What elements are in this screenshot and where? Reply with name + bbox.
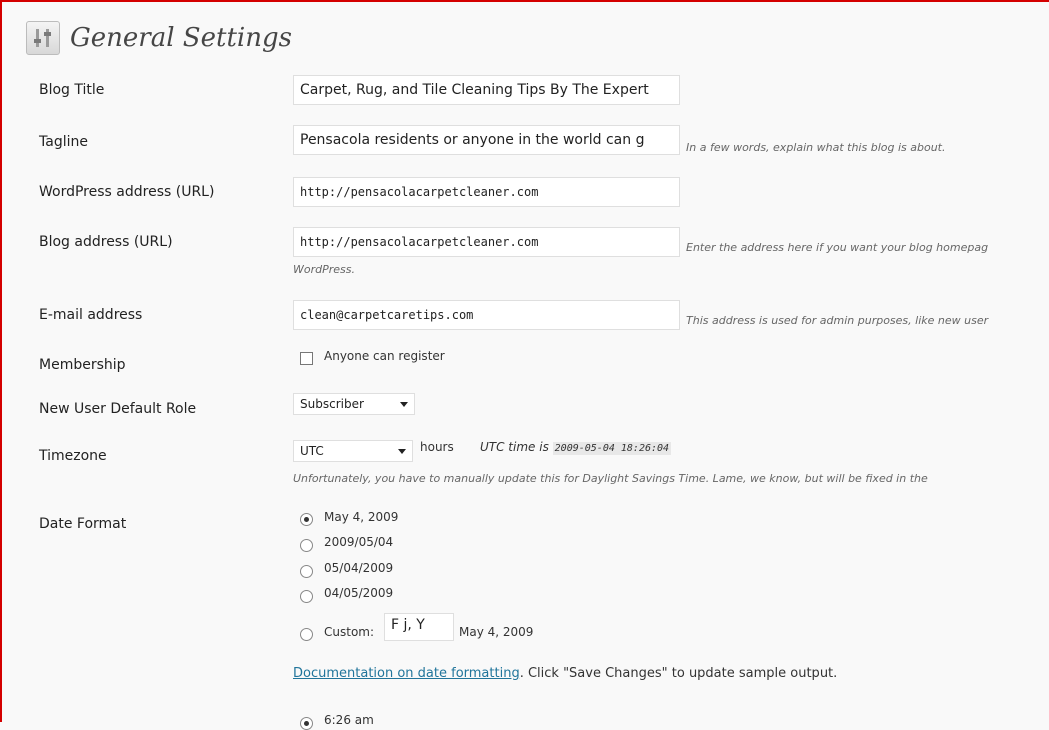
page-title: General Settings: [70, 23, 292, 53]
blog-address-description: Enter the address here if you want your …: [686, 241, 989, 254]
blog-address-description-cont: WordPress.: [293, 263, 355, 276]
wordpress-address-input[interactable]: http://pensacolacarpetcleaner.com: [293, 177, 680, 207]
blog-title-input[interactable]: Carpet, Rug, and Tile Cleaning Tips By T…: [293, 75, 680, 105]
date-format-option-4: 04/05/2009: [324, 586, 394, 600]
settings-sliders-icon: [26, 21, 60, 55]
default-role-select[interactable]: Subscriber: [293, 393, 415, 415]
date-format-help-suffix: . Click "Save Changes" to update sample …: [519, 666, 838, 681]
timezone-selected: UTC: [300, 444, 324, 458]
email-description: This address is used for admin purposes,…: [686, 314, 989, 327]
blog-title-label: Blog Title: [39, 82, 105, 98]
date-format-custom-preview: May 4, 2009: [459, 625, 534, 639]
utc-time-value: 2009-05-04 18:26:04: [552, 442, 672, 455]
date-format-radio-3[interactable]: [300, 565, 313, 578]
date-format-radio-2[interactable]: [300, 539, 313, 552]
date-format-custom-label: Custom:: [324, 625, 375, 639]
blog-address-input[interactable]: http://pensacolacarpetcleaner.com: [293, 227, 680, 257]
date-format-radio-1[interactable]: [300, 513, 313, 526]
default-role-selected: Subscriber: [300, 397, 364, 411]
date-format-option-1: May 4, 2009: [324, 510, 399, 524]
tagline-description: In a few words, explain what this blog i…: [686, 141, 946, 154]
email-input[interactable]: clean@carpetcaretips.com: [293, 300, 680, 330]
date-format-custom-input[interactable]: F j, Y: [384, 613, 454, 641]
default-role-label: New User Default Role: [39, 401, 197, 417]
email-label: E-mail address: [39, 307, 143, 323]
chevron-down-icon: [400, 402, 408, 407]
timezone-label: Timezone: [39, 448, 107, 464]
window-border: [0, 0, 1049, 722]
time-format-option-1: 6:26 am: [324, 713, 374, 727]
membership-label: Membership: [39, 357, 126, 373]
date-format-help: Documentation on date formatting. Click …: [293, 666, 837, 681]
date-format-radio-4[interactable]: [300, 590, 313, 603]
timezone-unit: hours: [420, 440, 454, 454]
utc-time-prefix: UTC time is: [480, 440, 549, 454]
date-format-radio-custom[interactable]: [300, 628, 313, 641]
tagline-input[interactable]: Pensacola residents or anyone in the wor…: [293, 125, 680, 155]
anyone-can-register-checkbox[interactable]: [300, 352, 313, 365]
blog-address-label: Blog address (URL): [39, 234, 173, 250]
wordpress-address-label: WordPress address (URL): [39, 184, 215, 200]
date-format-option-2: 2009/05/04: [324, 535, 394, 549]
chevron-down-icon: [398, 449, 406, 454]
date-format-option-3: 05/04/2009: [324, 561, 394, 575]
date-format-label: Date Format: [39, 516, 127, 532]
timezone-note: Unfortunately, you have to manually upda…: [293, 472, 928, 485]
timezone-select[interactable]: UTC: [293, 440, 413, 462]
anyone-can-register-label: Anyone can register: [324, 349, 445, 363]
time-format-radio-1[interactable]: [300, 717, 313, 730]
tagline-label: Tagline: [39, 134, 88, 150]
date-format-documentation-link[interactable]: Documentation on date formatting: [293, 666, 520, 681]
page-header: General Settings: [26, 18, 292, 58]
utc-time-display: UTC time is 2009-05-04 18:26:04: [480, 440, 672, 455]
